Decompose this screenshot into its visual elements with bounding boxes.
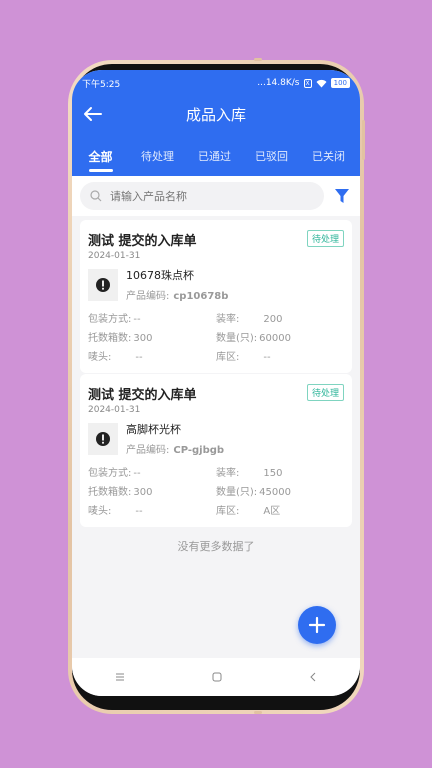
search-icon bbox=[90, 190, 102, 202]
tab-bar: 全部 待处理 已通过 已驳回 已关闭 bbox=[72, 144, 360, 174]
app-screen: 下午5:25 ...14.8K/s X 100 成品入库 全部 待处理 已通过 … bbox=[72, 70, 360, 696]
plus-icon bbox=[308, 616, 326, 634]
wifi-icon bbox=[316, 79, 327, 87]
field-mark: 唛头: -- bbox=[88, 506, 143, 517]
add-button[interactable] bbox=[298, 606, 336, 644]
field-rate: 装率: 200 bbox=[216, 314, 283, 325]
product-info: 10678珠点杯 产品编码: cp10678b bbox=[88, 267, 344, 302]
back-arrow-icon[interactable] bbox=[82, 104, 104, 124]
status-badge: 待处理 bbox=[306, 230, 344, 247]
search-box[interactable] bbox=[80, 182, 324, 210]
status-time: 下午5:25 bbox=[82, 79, 121, 90]
field-rate: 装率: 150 bbox=[216, 468, 283, 479]
inbound-order-card[interactable]: 测试 提交的入库单 待处理 2024-01-31 高脚杯光杯 产品编码: CP-g… bbox=[80, 374, 352, 527]
field-packaging: 包装方式: -- bbox=[88, 468, 141, 479]
product-code: 产品编码: CP-gjbgb bbox=[126, 445, 225, 456]
search-row bbox=[72, 176, 360, 216]
system-nav-bar bbox=[72, 658, 360, 696]
product-info: 高脚杯光杯 产品编码: CP-gjbgb bbox=[88, 421, 344, 456]
phone-volume-button bbox=[362, 120, 365, 160]
battery-icon: 100 bbox=[330, 78, 350, 88]
card-date: 2024-01-31 bbox=[88, 251, 141, 261]
phone-top-button bbox=[254, 58, 262, 61]
tab-closed[interactable]: 已关闭 bbox=[300, 144, 357, 174]
card-details: 包装方式: -- 装率: 150 托数箱数: 300 数量(只): 45000 唛头: -… bbox=[88, 464, 344, 517]
product-code: 产品编码: cp10678b bbox=[126, 291, 229, 302]
filter-icon[interactable] bbox=[334, 188, 350, 204]
field-pallet-boxes: 托数箱数: 300 bbox=[88, 333, 153, 344]
tab-all[interactable]: 全部 bbox=[72, 144, 129, 174]
field-quantity: 数量(只): 45000 bbox=[216, 487, 291, 498]
field-mark: 唛头: -- bbox=[88, 352, 143, 363]
field-packaging: 包装方式: -- bbox=[88, 314, 141, 325]
card-title: 测试 提交的入库单 bbox=[88, 234, 197, 249]
status-badge: 待处理 bbox=[306, 384, 344, 401]
field-zone: 库区: A区 bbox=[216, 506, 281, 517]
tab-rejected[interactable]: 已驳回 bbox=[243, 144, 300, 174]
field-zone: 库区: -- bbox=[216, 352, 271, 363]
title-bar: 成品入库 bbox=[72, 100, 360, 128]
menu-icon[interactable] bbox=[114, 672, 126, 682]
alert-icon bbox=[96, 277, 110, 292]
no-more-data-text: 没有更多数据了 bbox=[177, 540, 255, 553]
tab-approved[interactable]: 已通过 bbox=[186, 144, 243, 174]
field-quantity: 数量(只): 60000 bbox=[216, 333, 291, 344]
inbound-order-card[interactable]: 测试 提交的入库单 待处理 2024-01-31 10678珠点杯 产品编码: c… bbox=[80, 220, 352, 373]
card-date: 2024-01-31 bbox=[88, 405, 141, 415]
field-pallet-boxes: 托数箱数: 300 bbox=[88, 487, 153, 498]
search-input[interactable] bbox=[110, 189, 310, 203]
card-details: 包装方式: -- 装率: 200 托数箱数: 300 数量(只): 60000 唛头: -… bbox=[88, 310, 344, 363]
app-header: 下午5:25 ...14.8K/s X 100 成品入库 全部 待处理 已通过 … bbox=[72, 70, 360, 176]
page-title: 成品入库 bbox=[185, 105, 246, 124]
phone-bottom-button bbox=[254, 711, 262, 714]
product-image bbox=[88, 268, 118, 301]
network-speed: ...14.8K/s bbox=[257, 78, 300, 88]
status-bar: 下午5:25 ...14.8K/s X 100 bbox=[82, 76, 350, 90]
card-title: 测试 提交的入库单 bbox=[88, 388, 197, 403]
tab-pending[interactable]: 待处理 bbox=[129, 144, 186, 174]
alert-icon bbox=[96, 431, 110, 446]
product-image bbox=[88, 422, 118, 455]
home-icon[interactable] bbox=[211, 671, 223, 683]
sim-icon: X bbox=[303, 78, 312, 88]
back-icon[interactable] bbox=[308, 671, 318, 683]
product-name: 高脚杯光杯 bbox=[126, 423, 181, 436]
product-name: 10678珠点杯 bbox=[126, 269, 194, 282]
